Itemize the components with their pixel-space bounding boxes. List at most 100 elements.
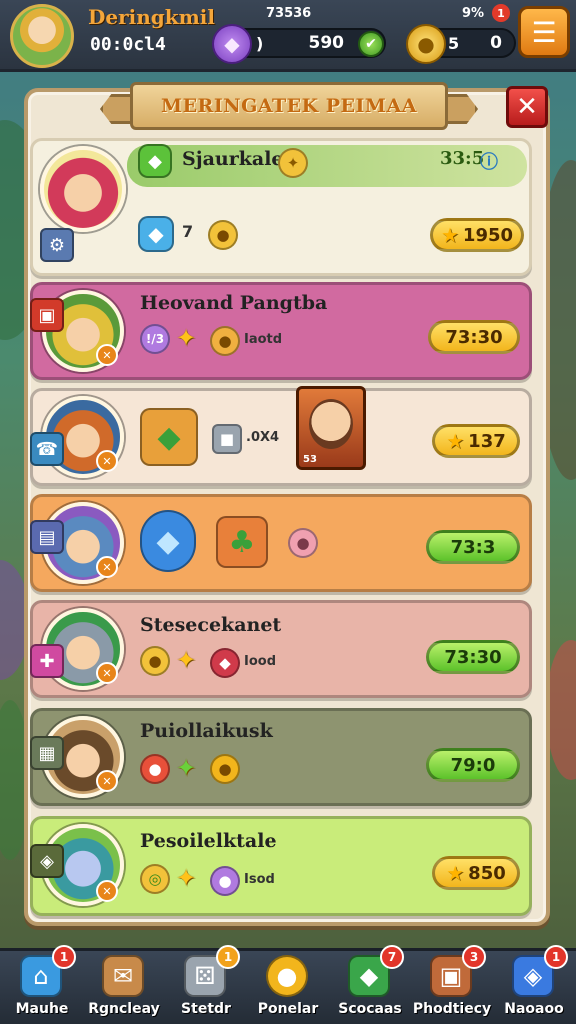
star-icon: ★ <box>440 223 459 247</box>
nav-item-3[interactable]: ● Ponelar <box>246 951 326 1024</box>
nav-label: Naoaoo <box>504 1001 564 1017</box>
ore-icon: ■ <box>212 424 242 454</box>
nav-item-4[interactable]: ◆ 7 Scocaas <box>328 945 408 1024</box>
gem-shield-icon: ◆ <box>212 24 252 64</box>
reward-value: 1950 <box>462 224 514 246</box>
nav-label: Stetdr <box>181 1001 231 1017</box>
hero-card-label: 53 <box>303 454 317 465</box>
map-icon: ▦ <box>30 736 64 770</box>
player-name: Deringkmil <box>88 5 215 29</box>
reward-value: 73:3 <box>450 536 496 558</box>
emerald-icon: ◆ <box>138 144 172 178</box>
star-icon: ✦ <box>176 324 197 352</box>
star-icon: ✦ <box>176 864 197 892</box>
pet-icon: ● <box>288 528 318 558</box>
gem-left-value: ) <box>256 33 264 53</box>
panel-title: MERINGATEK PEIMAA <box>130 82 448 130</box>
gem-resource-bar[interactable]: ◆ ) 590 ✔ <box>212 24 386 64</box>
badge-icon: ✕ <box>96 344 118 366</box>
shield-tool-icon: ◈ <box>30 844 64 878</box>
alert-badge[interactable]: 1 <box>492 4 510 22</box>
row-title: Puiollaikusk <box>140 720 273 742</box>
close-button[interactable]: ✕ <box>506 86 548 128</box>
nav-badge: 3 <box>462 945 486 969</box>
fire-icon: ● <box>140 754 170 784</box>
coin-resource-bar[interactable]: ● 5 0 <box>406 24 516 64</box>
reward-value: 850 <box>468 862 506 884</box>
row-small-text: Isod <box>244 872 275 887</box>
chat-bubble-icon: ● <box>266 955 308 997</box>
reward-button[interactable]: ★ 1950 <box>430 218 524 252</box>
nav-badge: 7 <box>380 945 404 969</box>
player-portrait <box>40 146 126 232</box>
reward-button[interactable]: 79:0 <box>426 748 520 782</box>
level-chip: !/3 <box>140 324 170 354</box>
carrot-icon: ♣ <box>216 516 268 568</box>
nav-badge: 1 <box>216 945 240 969</box>
emerald-leaf-icon: ◆ <box>140 408 198 466</box>
badge-icon: ✕ <box>96 880 118 902</box>
reward-button[interactable]: 73:30 <box>426 640 520 674</box>
nav-label: Scocaas <box>338 1001 402 1017</box>
reward-value: 73:30 <box>444 646 502 668</box>
badge-icon: ✕ <box>96 770 118 792</box>
row-title: Sjaurkale <box>182 148 284 170</box>
reward-button[interactable]: ★ 137 <box>432 424 520 458</box>
book-icon: ▣ <box>30 298 64 332</box>
backpack-icon: ▤ <box>30 520 64 554</box>
player-avatar[interactable] <box>10 4 74 68</box>
row-small-text: Iood <box>244 654 277 669</box>
nav-badge: 1 <box>544 945 568 969</box>
menu-icon: ☰ <box>531 15 557 49</box>
reward-button[interactable]: 73:30 <box>428 320 520 354</box>
row-title: Pesoilelktale <box>140 830 277 852</box>
info-icon: ⓘ <box>480 152 498 173</box>
hero-card-portrait <box>309 399 353 449</box>
quest-scroll-icon: ✉ <box>102 955 144 997</box>
player-timer: 00:0cl4 <box>90 34 166 55</box>
nav-item-0[interactable]: ⌂ 1 Mauhe <box>0 945 80 1024</box>
nav-label: Phodtiecy <box>412 1001 492 1017</box>
top-percent: 9% <box>462 6 485 21</box>
close-icon: ✕ <box>516 92 538 122</box>
reward-button[interactable]: ★ 850 <box>432 856 520 890</box>
nav-item-2[interactable]: ⚄ 1 Stetdr <box>164 945 244 1024</box>
row-title: Stesecekanet <box>140 614 282 636</box>
blue-crystal-icon: ◆ <box>140 510 196 572</box>
menu-button[interactable]: ☰ <box>518 6 570 58</box>
row-small-text: Iaotd <box>244 332 283 347</box>
ruby-icon: ◆ <box>210 648 240 678</box>
add-gems-button[interactable]: ✔ <box>358 31 384 57</box>
reward-button[interactable]: 73:3 <box>426 530 520 564</box>
phone-icon: ☎ <box>30 432 64 466</box>
money-bag-icon: ● <box>210 326 240 356</box>
row-small-text: .0X4 <box>246 430 280 445</box>
hero-card[interactable]: 53 <box>296 386 366 470</box>
star-icon: ★ <box>446 861 465 885</box>
badge-icon: ✕ <box>96 662 118 684</box>
shield-badge-icon: ✦ <box>278 148 308 178</box>
star-icon: ★ <box>446 429 465 453</box>
drop-icon: ● <box>210 754 240 784</box>
nav-item-1[interactable]: ✉ Rgncleay <box>82 951 162 1024</box>
target-coin-icon: ◎ <box>140 864 170 894</box>
badge-icon: ✕ <box>96 450 118 472</box>
star-icon: ✦ <box>176 646 197 674</box>
reward-value: 73:30 <box>445 326 503 348</box>
nav-badge: 1 <box>52 945 76 969</box>
gem-value: 590 <box>308 33 345 53</box>
diamond-icon: ◆ <box>138 216 174 252</box>
nav-label: Rgncleay <box>88 1001 160 1017</box>
diamond-count: 7 <box>182 222 194 241</box>
coin-value: 0 <box>490 33 502 53</box>
nav-label: Ponelar <box>257 1001 319 1017</box>
coin-icon: ● <box>406 24 446 64</box>
nav-item-5[interactable]: ▣ 3 Phodtiecy <box>410 945 491 1024</box>
top-small-value: 73536 <box>266 6 312 21</box>
reward-value: 137 <box>468 430 506 452</box>
nav-item-6[interactable]: ◈ 1 Naoaoo <box>492 945 572 1024</box>
top-hud: Deringkmil 00:0cl4 73536 ◆ ) 590 ✔ ● 5 0… <box>0 0 576 72</box>
coin-left-value: 5 <box>448 33 460 53</box>
bottom-nav: ⌂ 1 Mauhe ✉ Rgncleay ⚄ 1 Stetdr ● Ponela… <box>0 945 576 1024</box>
gear-tool-icon: ⚙ <box>40 228 74 262</box>
